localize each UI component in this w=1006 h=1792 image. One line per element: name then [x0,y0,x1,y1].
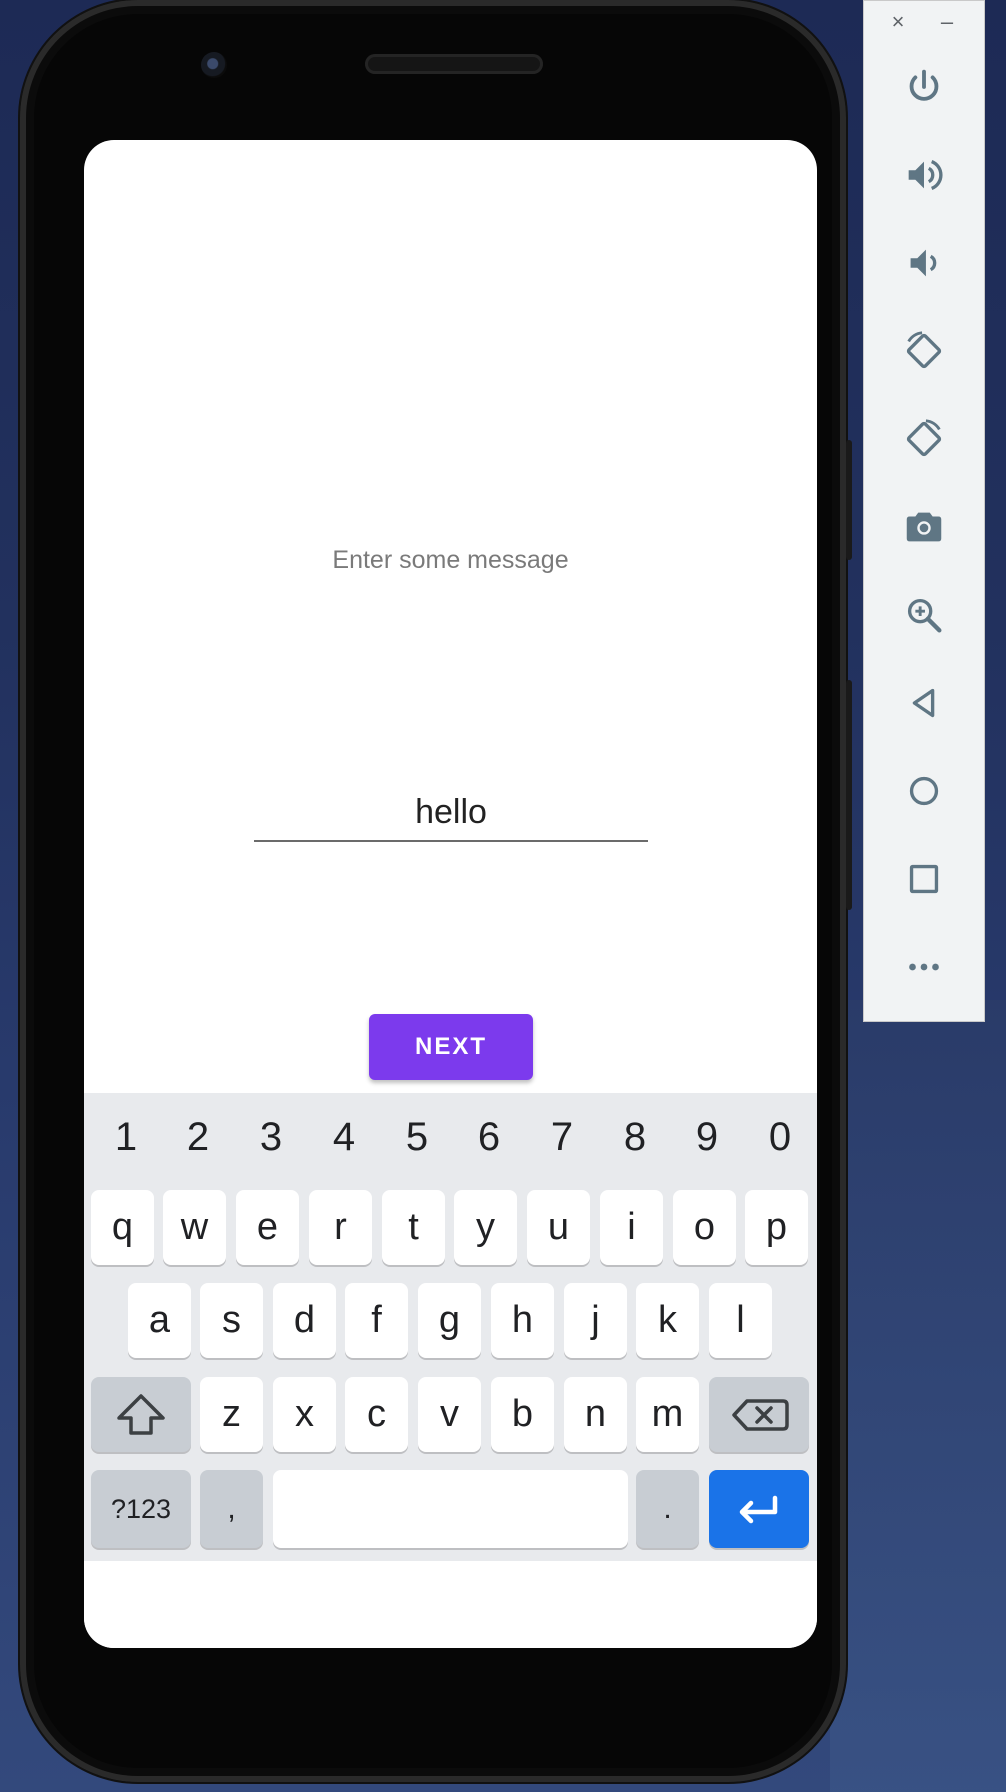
enter-icon [739,1495,778,1524]
key-m[interactable]: m [636,1377,699,1452]
phone-screen: Enter some message NEXT 1 2 3 4 5 6 7 8 … [84,140,817,1648]
key-v[interactable]: v [418,1377,481,1452]
zoom-icon [907,598,942,633]
home-icon [909,776,939,806]
symbols-key[interactable]: ?123 [91,1470,191,1548]
key-q[interactable]: q [91,1190,154,1265]
overview-icon [909,864,939,894]
power-icon [909,69,939,101]
key-u[interactable]: u [527,1190,590,1265]
key-o[interactable]: o [673,1190,736,1265]
key-i[interactable]: i [600,1190,663,1265]
panel-title-bar: × – [864,1,984,45]
key-0[interactable]: 0 [750,1093,810,1181]
volume-down-icon [910,249,937,277]
earpiece-speaker [365,54,543,74]
shift-icon [117,1394,165,1435]
key-r[interactable]: r [309,1190,372,1265]
minimize-panel-button[interactable]: – [934,9,960,35]
key-t[interactable]: t [382,1190,445,1265]
volume-up-button[interactable] [894,145,954,205]
screen-bottom-area [84,1561,817,1648]
phone-side-button [846,680,852,910]
key-a[interactable]: a [128,1283,191,1358]
key-6[interactable]: 6 [459,1093,519,1181]
key-e[interactable]: e [236,1190,299,1265]
key-y[interactable]: y [454,1190,517,1265]
prompt-label: Enter some message [332,546,569,574]
key-4[interactable]: 4 [314,1093,374,1181]
back-icon [912,688,935,718]
key-l[interactable]: l [709,1283,772,1358]
more-button[interactable] [894,937,954,997]
camera-icon [906,512,942,542]
close-panel-button[interactable]: × [885,9,911,35]
key-w[interactable]: w [163,1190,226,1265]
rotate-right-button[interactable] [894,409,954,469]
backspace-key[interactable] [709,1377,809,1452]
period-key[interactable]: . [636,1470,699,1548]
message-input[interactable] [254,788,648,836]
screenshot-button[interactable] [894,497,954,557]
key-h[interactable]: h [491,1283,554,1358]
key-9[interactable]: 9 [677,1093,737,1181]
power-button[interactable] [894,57,954,117]
phone-side-button [846,440,852,560]
key-5[interactable]: 5 [387,1093,447,1181]
key-d[interactable]: d [273,1283,336,1358]
key-x[interactable]: x [273,1377,336,1452]
front-camera [201,52,227,78]
backspace-icon [732,1399,789,1431]
key-b[interactable]: b [491,1377,554,1452]
rotate-right-icon [906,419,942,457]
key-j[interactable]: j [564,1283,627,1358]
next-button[interactable]: NEXT [369,1014,533,1080]
phone-frame: Enter some message NEXT 1 2 3 4 5 6 7 8 … [20,0,852,1782]
space-key[interactable] [273,1470,628,1548]
enter-key[interactable] [709,1470,809,1548]
home-button[interactable] [894,761,954,821]
rotate-left-button[interactable] [894,321,954,381]
more-icon [909,963,939,971]
key-z[interactable]: z [200,1377,263,1452]
comma-key[interactable]: , [200,1470,263,1548]
key-2[interactable]: 2 [168,1093,228,1181]
zoom-button[interactable] [894,585,954,645]
key-g[interactable]: g [418,1283,481,1358]
key-n[interactable]: n [564,1377,627,1452]
soft-keyboard: 1 2 3 4 5 6 7 8 9 0 q w e r t y u i o p [84,1093,817,1561]
keyboard-number-row: 1 2 3 4 5 6 7 8 9 0 [84,1093,817,1181]
rotate-left-icon [906,331,942,369]
key-f[interactable]: f [345,1283,408,1358]
back-button[interactable] [894,673,954,733]
overview-button[interactable] [894,849,954,909]
emulator-control-panel: × – [863,0,985,1022]
key-s[interactable]: s [200,1283,263,1358]
volume-down-button[interactable] [894,233,954,293]
key-c[interactable]: c [345,1377,408,1452]
message-input-field[interactable] [254,788,648,842]
volume-up-icon [908,160,943,190]
key-8[interactable]: 8 [605,1093,665,1181]
key-k[interactable]: k [636,1283,699,1358]
shift-key[interactable] [91,1377,191,1452]
key-7[interactable]: 7 [532,1093,592,1181]
key-p[interactable]: p [745,1190,808,1265]
key-1[interactable]: 1 [96,1093,156,1181]
background-scenery [830,1000,1006,1792]
key-3[interactable]: 3 [241,1093,301,1181]
